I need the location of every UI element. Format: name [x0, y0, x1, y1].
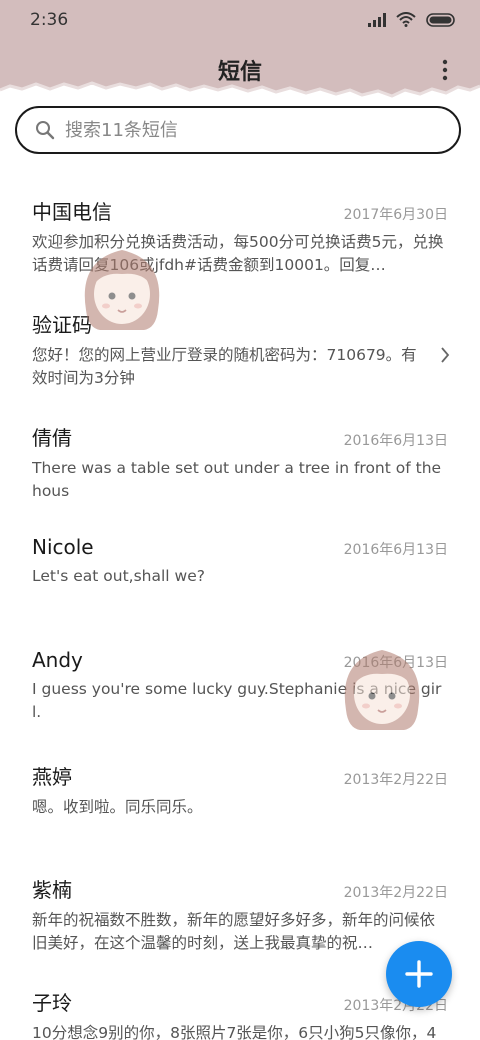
message-item[interactable]: 燕婷 2013年2月22日 嗯。收到啦。同乐同乐。: [0, 745, 480, 858]
message-preview: Let's eat out,shall we?: [32, 567, 205, 585]
wifi-icon: [396, 12, 416, 27]
message-preview: 嗯。收到啦。同乐同乐。: [32, 798, 203, 816]
sender-name: 子玲: [32, 991, 72, 1015]
more-vertical-icon[interactable]: [436, 58, 454, 82]
message-preview: 10分想念9别的你，8张照片7张是你，6只小狗5只像你，4根骨头3根归你，2爪着…: [32, 1024, 437, 1040]
battery-icon: [426, 12, 455, 27]
message-preview: 欢迎参加积分兑换话费活动，每500分可兑换话费5元，兑换话费请回复106或jfd…: [32, 233, 444, 274]
message-date: 2016年6月13日: [343, 542, 448, 558]
search-icon: [36, 121, 55, 140]
message-date: 2017年6月30日: [343, 207, 448, 223]
sender-name: 中国电信: [32, 200, 112, 224]
sender-name: 验证码: [32, 313, 92, 337]
search-input[interactable]: [63, 118, 427, 142]
message-date: 2013年2月22日: [343, 772, 448, 788]
plus-icon: [405, 960, 433, 988]
status-bar: 2:36: [0, 0, 480, 40]
signal-icon: [368, 12, 386, 27]
status-time: 2:36: [30, 10, 69, 30]
header: 2:36 短信: [0, 0, 480, 105]
message-item[interactable]: 倩倩 2016年6月13日 There was a table set out …: [0, 406, 480, 519]
message-item[interactable]: Nicole 2016年6月13日 Let's eat out,shall we…: [0, 519, 480, 632]
message-date: 2013年2月22日: [343, 885, 448, 901]
message-preview: I guess you're some lucky guy.Stephanie …: [32, 680, 442, 721]
message-preview: 新年的祝福数不胜数，新年的愿望好多好多，新年的问候依旧美好，在这个温馨的时刻，送…: [32, 911, 436, 952]
chevron-right-icon: [441, 347, 450, 363]
message-item[interactable]: 验证码 您好！您的网上营业厅登录的随机密码为：710679。有效时间为3分钟: [0, 293, 480, 406]
status-icons: [368, 12, 456, 27]
message-date: 2016年6月13日: [343, 433, 448, 449]
sender-name: Andy: [32, 648, 83, 672]
message-item[interactable]: Andy 2016年6月13日 I guess you're some luck…: [0, 632, 480, 745]
sender-name: 倩倩: [32, 426, 72, 450]
message-list: 中国电信 2017年6月30日 欢迎参加积分兑换话费活动，每500分可兑换话费5…: [0, 180, 480, 1040]
page-title: 短信: [217, 60, 262, 85]
sender-name: 紫楠: [32, 878, 72, 902]
search-bar[interactable]: [15, 106, 461, 154]
sender-name: 燕婷: [32, 765, 72, 789]
sender-name: Nicole: [32, 535, 94, 559]
message-preview: 您好！您的网上营业厅登录的随机密码为：710679。有效时间为3分钟: [32, 346, 417, 387]
message-date: 2016年6月13日: [343, 655, 448, 671]
messages-screen: 2:36 短信 搜索11条短信 中国电信 2017年6月30日 欢迎参加积分兑换…: [0, 0, 480, 1040]
new-message-button[interactable]: [386, 941, 452, 1007]
message-item[interactable]: 中国电信 2017年6月30日 欢迎参加积分兑换话费活动，每500分可兑换话费5…: [0, 180, 480, 293]
message-preview: There was a table set out under a tree i…: [32, 459, 442, 500]
